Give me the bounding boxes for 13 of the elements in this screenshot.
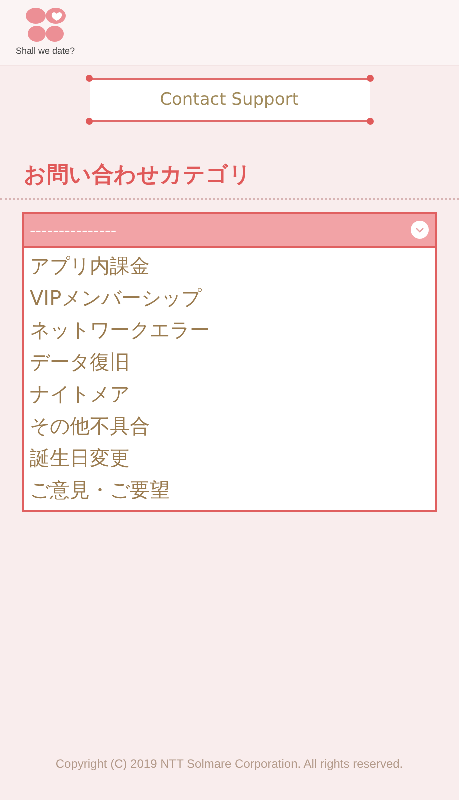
dropdown-option[interactable]: VIPメンバーシップ [24, 282, 435, 314]
section-heading: お問い合わせカテゴリ [24, 162, 253, 190]
dropdown-option[interactable]: ご意見・ご要望 [24, 474, 435, 506]
copyright-text: Copyright (C) 2019 NTT Solmare Corporation. All rights reserved. [56, 757, 404, 771]
dropdown-option[interactable]: その他不具合 [24, 410, 435, 442]
dropdown-option[interactable]: ナイトメア [24, 378, 435, 410]
logo-text: Shall we date? [16, 46, 76, 56]
dropdown-option[interactable]: ネットワークエラー [24, 314, 435, 346]
dropdown-option[interactable]: アプリ内課金 [24, 250, 435, 282]
category-select[interactable]: --------------- [24, 214, 435, 248]
chevron-down-icon [411, 221, 429, 239]
dropdown-option[interactable]: 誕生日変更 [24, 442, 435, 474]
dropdown-option[interactable]: データ復旧 [24, 346, 435, 378]
